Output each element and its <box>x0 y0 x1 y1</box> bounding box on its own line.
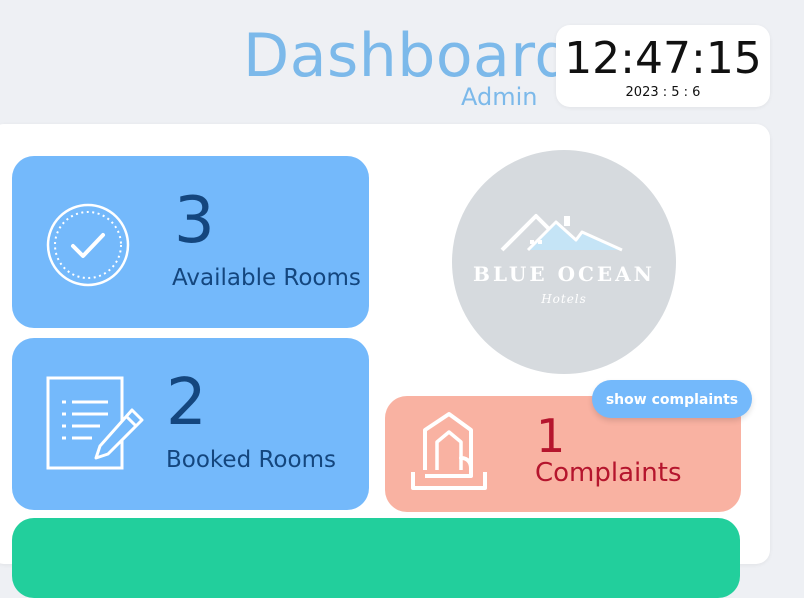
complaints-label: Complaints <box>535 458 682 488</box>
clock-widget: 12:47:15 2023 : 5 : 6 <box>556 25 770 107</box>
complaints-count: 1 <box>536 409 566 463</box>
house-roof-icon <box>500 214 623 252</box>
clock-date: 2023 : 5 : 6 <box>625 85 701 100</box>
logo-name: BLUE OCEAN <box>473 262 655 286</box>
green-card[interactable] <box>12 518 740 598</box>
booked-rooms-label: Booked Rooms <box>166 447 336 473</box>
building-hand-icon <box>411 412 487 490</box>
available-rooms-card[interactable]: 3 Available Rooms <box>12 156 369 328</box>
show-complaints-button[interactable]: show complaints <box>592 380 752 418</box>
page-subtitle: Admin <box>461 83 538 111</box>
available-rooms-label: Available Rooms <box>172 265 361 291</box>
available-rooms-count: 3 <box>174 184 215 258</box>
booked-rooms-count: 2 <box>166 366 207 440</box>
booked-rooms-card[interactable]: 2 Booked Rooms <box>12 338 369 510</box>
document-pencil-icon <box>46 376 144 470</box>
checkmark-circle-icon <box>46 203 130 287</box>
clock-time: 12:47:15 <box>564 33 762 84</box>
logo-subtitle: Hotels <box>541 292 587 306</box>
hotel-logo: BLUE OCEAN Hotels <box>452 150 676 374</box>
